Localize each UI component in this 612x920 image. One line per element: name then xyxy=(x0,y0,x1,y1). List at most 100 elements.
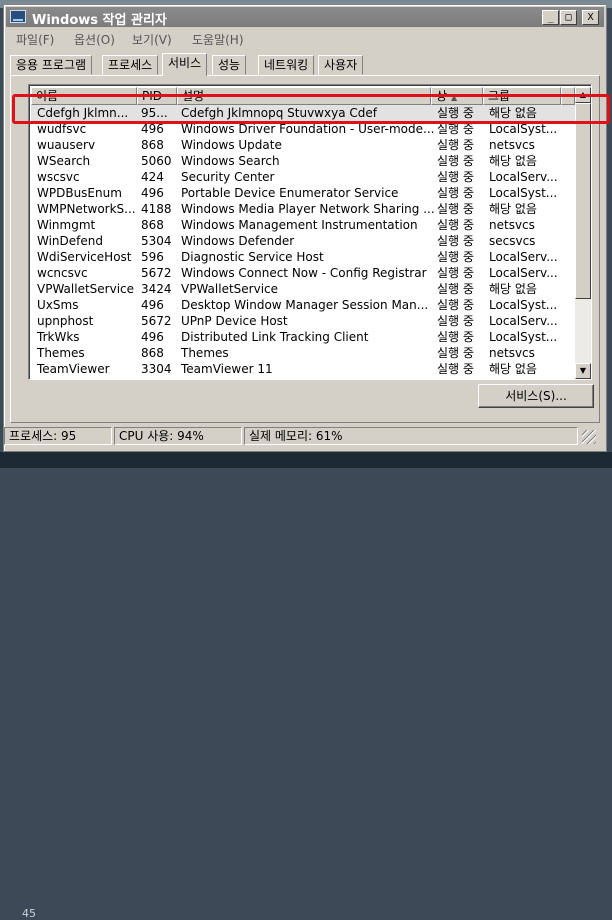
service-name: wcncsvc xyxy=(37,266,88,280)
service-description: TeamViewer 11 xyxy=(181,362,273,376)
column-header-group[interactable]: 그룹 xyxy=(483,87,561,105)
column-header-name[interactable]: 이름 xyxy=(31,87,137,105)
service-group: LocalSyst... xyxy=(489,122,558,136)
menu-options[interactable]: 옵션(O) xyxy=(74,31,115,48)
service-description: Windows Defender xyxy=(181,234,295,248)
service-status: 실행 중 xyxy=(437,202,474,216)
service-pid: 3304 xyxy=(141,362,172,376)
service-row[interactable]: VPWalletService 3424 VPWalletService 실행 중 해당… xyxy=(31,281,575,297)
tab-users[interactable]: 사용자 xyxy=(318,55,364,75)
menu-file[interactable]: 파일(F) xyxy=(16,31,54,48)
service-pid: 5672 xyxy=(141,314,172,328)
service-pid: 868 xyxy=(141,138,164,152)
service-row[interactable]: Themes 868 Themes 실행 중 netsvcs xyxy=(31,345,575,361)
service-group: LocalSyst... xyxy=(489,298,558,312)
service-pid: 424 xyxy=(141,170,164,184)
list-rows: Cdefgh Jklmn... 95... Cdefgh Jklmnopq Stuv… xyxy=(31,105,575,377)
vertical-scrollbar[interactable]: ▲ ▼ xyxy=(575,87,591,379)
background-number: 45 xyxy=(22,907,36,920)
service-name: Winmgmt xyxy=(37,218,96,232)
tab-processes[interactable]: 프로세스 xyxy=(102,55,159,75)
tab-networking[interactable]: 네트워킹 xyxy=(258,55,315,75)
service-row[interactable]: TrkWks 496 Distributed Link Tracking Clien… xyxy=(31,329,575,345)
service-name: Cdefgh Jklmn... xyxy=(37,106,129,120)
service-group: 해당 없음 xyxy=(489,362,537,376)
service-pid: 4188 xyxy=(141,202,172,216)
service-pid: 868 xyxy=(141,346,164,360)
service-description: Windows Media Player Network Sharing ... xyxy=(181,202,435,216)
service-row[interactable]: Cdefgh Jklmn... 95... Cdefgh Jklmnopq Stuv… xyxy=(31,105,575,121)
service-row[interactable]: wscsvc 424 Security Center 실행 중 LocalServ... xyxy=(31,169,575,185)
title-bar[interactable]: Windows 작업 관리자 _ □ X xyxy=(6,7,604,28)
service-group: LocalSyst... xyxy=(489,330,558,344)
service-pid: 496 xyxy=(141,298,164,312)
service-row[interactable]: TeamViewer 3304 TeamViewer 11 실행 중 해당 없음 xyxy=(31,361,575,377)
maximize-button[interactable]: □ xyxy=(560,10,577,25)
menu-help[interactable]: 도움말(H) xyxy=(192,31,244,48)
service-status: 실행 중 xyxy=(437,218,474,232)
service-status: 실행 중 xyxy=(437,266,474,280)
minimize-button[interactable]: _ xyxy=(542,10,559,25)
service-description: Themes xyxy=(181,346,229,360)
service-row[interactable]: WdiServiceHost 596 Diagnostic Service Host… xyxy=(31,249,575,265)
service-status: 실행 중 xyxy=(437,170,474,184)
service-description: Security Center xyxy=(181,170,275,184)
column-header-pid[interactable]: PID xyxy=(137,87,177,105)
service-name: VPWalletService xyxy=(37,282,135,296)
service-pid: 868 xyxy=(141,218,164,232)
service-pid: 596 xyxy=(141,250,164,264)
service-name: wudfsvc xyxy=(37,122,87,136)
service-row[interactable]: WSearch 5060 Windows Search 실행 중 해당 없음 xyxy=(31,153,575,169)
column-header-description[interactable]: 설명 xyxy=(177,87,431,105)
service-row[interactable]: Winmgmt 868 Windows Management Instrumenta… xyxy=(31,217,575,233)
service-name: TeamViewer xyxy=(37,362,110,376)
service-row[interactable]: wuauserv 868 Windows Update 실행 중 netsvcs xyxy=(31,137,575,153)
scroll-up-icon[interactable]: ▲ xyxy=(575,87,591,103)
service-name: TrkWks xyxy=(37,330,80,344)
services-button[interactable]: 서비스(S)... xyxy=(478,384,594,408)
desktop-strip-bottom: 45 xyxy=(0,452,612,920)
status-memory: 실제 메모리: 61% xyxy=(244,427,578,445)
service-description: UPnP Device Host xyxy=(181,314,288,328)
close-button[interactable]: X xyxy=(582,10,599,25)
service-name: UxSms xyxy=(37,298,79,312)
service-status: 실행 중 xyxy=(437,138,474,152)
tab-services[interactable]: 서비스 xyxy=(162,53,208,76)
service-description: Windows Management Instrumentation xyxy=(181,218,418,232)
service-row[interactable]: upnphost 5672 UPnP Device Host 실행 중 LocalSer… xyxy=(31,313,575,329)
tab-performance[interactable]: 성능 xyxy=(212,55,247,75)
menu-bar: 파일(F) 옵션(O) 보기(V) 도움말(H) xyxy=(6,28,604,48)
scroll-down-icon[interactable]: ▼ xyxy=(575,363,591,379)
service-description: Portable Device Enumerator Service xyxy=(181,186,399,200)
service-row[interactable]: WMPNetworkS... 4188 Windows Media Player N… xyxy=(31,201,575,217)
service-pid: 496 xyxy=(141,186,164,200)
service-name: upnphost xyxy=(37,314,94,328)
task-manager-icon xyxy=(10,10,26,23)
scroll-thumb[interactable] xyxy=(575,103,591,299)
service-name: WSearch xyxy=(37,154,91,168)
service-status: 실행 중 xyxy=(437,186,474,200)
service-status: 실행 중 xyxy=(437,330,474,344)
service-name: Themes xyxy=(37,346,85,360)
service-pid: 496 xyxy=(141,122,164,136)
service-row[interactable]: wudfsvc 496 Windows Driver Foundation - Us… xyxy=(31,121,575,137)
service-status: 실행 중 xyxy=(437,154,474,168)
service-row[interactable]: wcncsvc 5672 Windows Connect Now - Config … xyxy=(31,265,575,281)
service-row[interactable]: UxSms 496 Desktop Window Manager Session M… xyxy=(31,297,575,313)
service-group: LocalServ... xyxy=(489,250,558,264)
service-row[interactable]: WinDefend 5304 Windows Defender 실행 중 secsvcs xyxy=(31,233,575,249)
menu-view[interactable]: 보기(V) xyxy=(132,31,172,48)
service-name: WMPNetworkS... xyxy=(37,202,136,216)
tab-applications[interactable]: 응용 프로그램 xyxy=(10,55,93,75)
services-list[interactable]: 이름 PID 설명 상 ▲ 그룹 Cdefgh Jklmn... 95... Cdef… xyxy=(28,84,592,380)
resize-grip-icon[interactable] xyxy=(582,430,596,444)
service-description: Windows Update xyxy=(181,138,282,152)
service-pid: 5304 xyxy=(141,234,172,248)
service-name: wuauserv xyxy=(37,138,96,152)
service-status: 실행 중 xyxy=(437,122,474,136)
sort-ascending-icon: ▲ xyxy=(451,93,458,102)
service-row[interactable]: WPDBusEnum 496 Portable Device Enumerator … xyxy=(31,185,575,201)
column-header-status[interactable]: 상 ▲ xyxy=(431,87,483,105)
tab-strip: 응용 프로그램 프로세스 서비스 성능 네트워킹 사용자 xyxy=(10,53,600,76)
service-pid: 5060 xyxy=(141,154,172,168)
